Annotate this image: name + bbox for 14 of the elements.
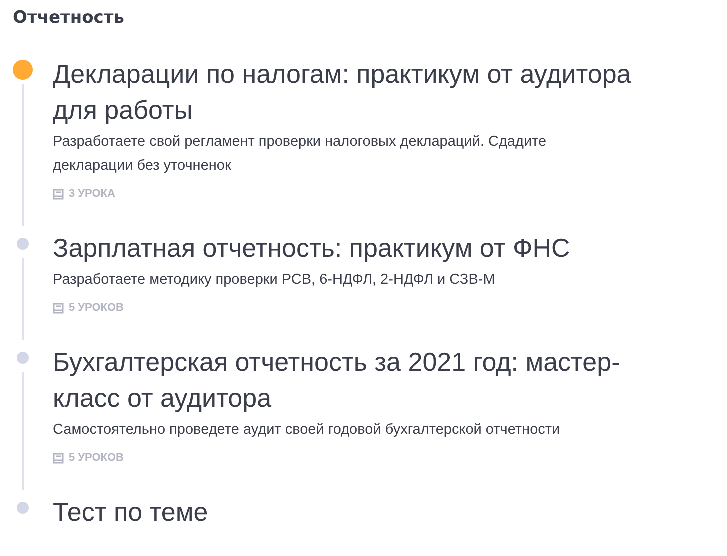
lesson-count: 5 УРОКОВ xyxy=(69,302,124,314)
lesson-title[interactable]: Тест по теме xyxy=(53,494,665,530)
lesson-description: Разработаете свой регламент проверки налоговых деклараций. Сдадите декларации без уточненок xyxy=(53,133,548,176)
lesson-description: Самостоятельно проведете аудит своей годовой бухгалтерской отчетности xyxy=(53,421,562,440)
book-icon xyxy=(53,188,64,200)
lesson-title[interactable]: Декларации по налогам: практикум от аудитора для работы xyxy=(53,56,665,128)
section-title: Отчетность xyxy=(13,7,126,30)
lesson-description: Разработаете методику проверки РСВ, 6-НДФЛ, 2-НДФЛ и СЗВ-М xyxy=(53,271,496,290)
lesson-title[interactable]: Бухгалтерская отчетность за 2021 год: мастер-класс от аудитора xyxy=(53,344,665,416)
book-icon xyxy=(53,302,64,314)
lesson-count: 5 УРОКОВ xyxy=(69,452,124,464)
lesson-title[interactable]: Зарплатная отчетность: практикум от ФНС xyxy=(53,230,665,266)
book-icon xyxy=(53,452,64,464)
lesson-count: 3 УРОКА xyxy=(69,188,116,200)
